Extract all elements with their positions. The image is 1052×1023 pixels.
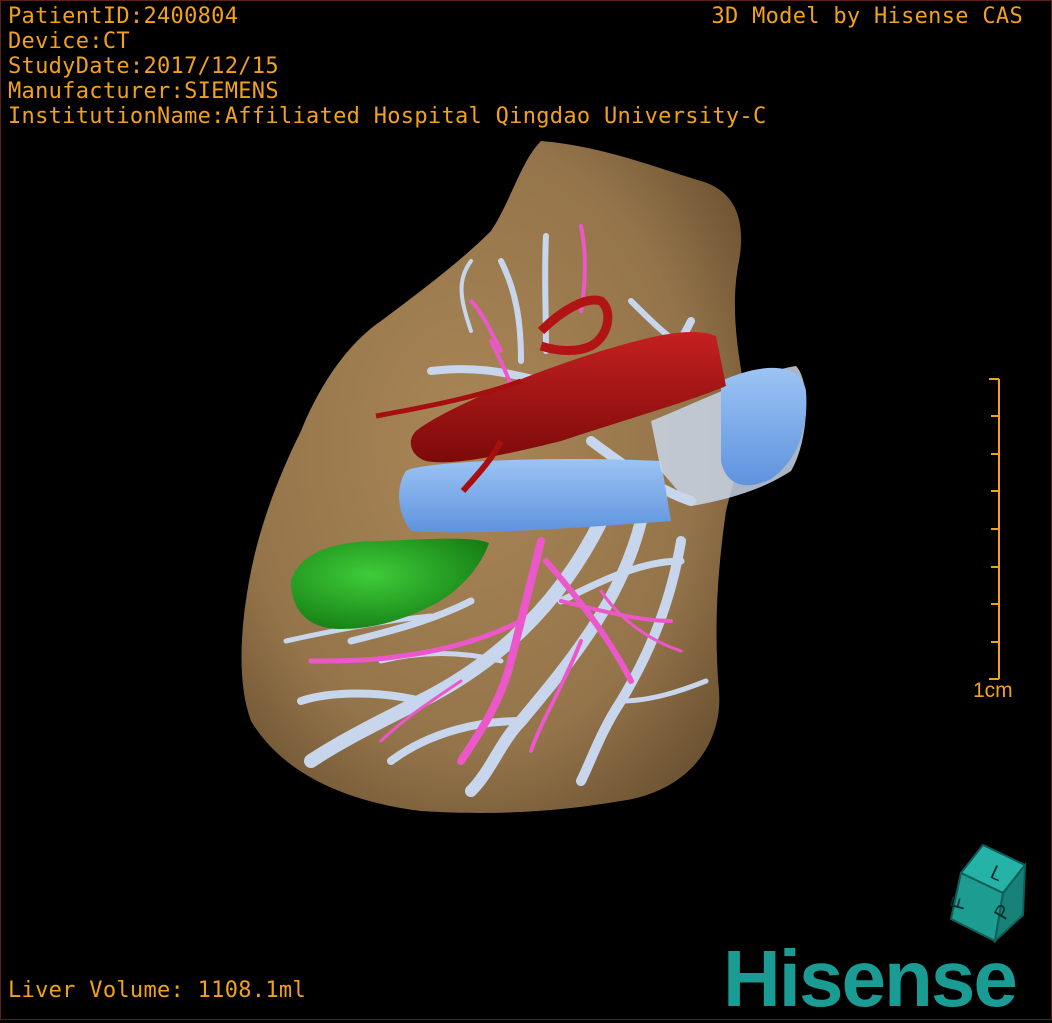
hisense-logo: Hisense (723, 934, 1018, 1023)
institution-label: InstitutionName:Affiliated Hospital Qing… (8, 104, 767, 129)
study-date-label: StudyDate:2017/12/15 (8, 54, 279, 79)
patient-id-label: PatientID:2400804 (8, 4, 239, 29)
manufacturer-label: Manufacturer:SIEMENS (8, 79, 279, 104)
device-label: Device:CT (8, 29, 130, 54)
scale-bar-icon (989, 378, 1000, 680)
scale-bar-label: 1cm (973, 679, 1013, 702)
liver-3d-model[interactable] (1, 1, 1051, 1019)
dicom-info-overlay: PatientID:2400804 Device:CT StudyDate:20… (8, 4, 767, 129)
render-viewport[interactable]: PatientID:2400804 Device:CT StudyDate:20… (0, 0, 1052, 1020)
orientation-cube-icon[interactable]: L P F (933, 843, 1033, 943)
model-credit: 3D Model by Hisense CAS (711, 4, 1023, 29)
liver-volume-label: Liver Volume: 1108.1ml (8, 978, 306, 1003)
